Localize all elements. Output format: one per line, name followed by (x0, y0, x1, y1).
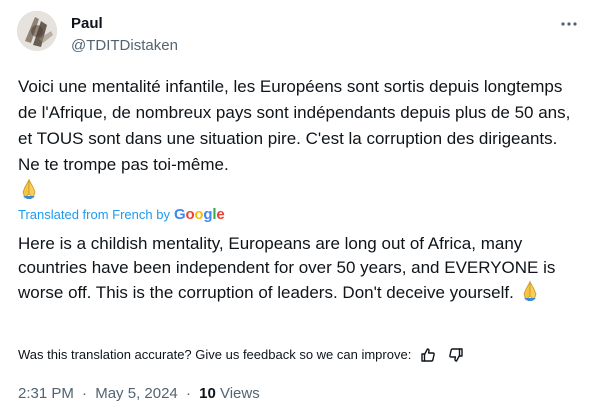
folded-hands-emoji (523, 280, 537, 301)
thumbs-down-icon (449, 348, 464, 362)
translation-attribution[interactable]: Translated from French by Google (18, 206, 225, 224)
original-text: Voici une mentalité infantile, les Europ… (18, 77, 571, 174)
more-options-button[interactable] (558, 13, 580, 35)
author-name[interactable]: Paul (71, 14, 103, 34)
tweet-original-text: Voici une mentalité infantile, les Europ… (18, 74, 583, 204)
tweet-time[interactable]: 2:31 PM (18, 385, 74, 402)
meta-separator: · (82, 385, 88, 402)
folded-hands-emoji (22, 178, 36, 199)
thumbs-up-button[interactable] (417, 344, 439, 366)
google-logo: Google (173, 206, 225, 223)
more-dots-icon (561, 22, 577, 26)
translation-feedback: Was this translation accurate? Give us f… (18, 344, 467, 366)
thumbs-up-icon (421, 348, 436, 362)
meta-separator: · (185, 385, 191, 402)
avatar-image (17, 11, 57, 51)
views-count[interactable]: 10 (199, 385, 216, 402)
tweet-card: Paul @TDITDistaken Voici une mentalité i… (0, 0, 598, 419)
avatar[interactable] (17, 11, 57, 51)
tweet-metadata: 2:31 PM · May 5, 2024 · 10 Views (18, 384, 260, 404)
thumbs-down-button[interactable] (445, 344, 467, 366)
tweet-translation-text: Here is a childish mentality, Europeans … (18, 232, 583, 305)
author-handle[interactable]: @TDITDistaken (71, 36, 178, 56)
feedback-prompt: Was this translation accurate? Give us f… (18, 347, 412, 362)
views-label: Views (219, 385, 260, 402)
translated-from-label: Translated from French by (18, 207, 170, 222)
translation-text: Here is a childish mentality, Europeans … (18, 234, 556, 302)
tweet-date[interactable]: May 5, 2024 (95, 385, 178, 402)
